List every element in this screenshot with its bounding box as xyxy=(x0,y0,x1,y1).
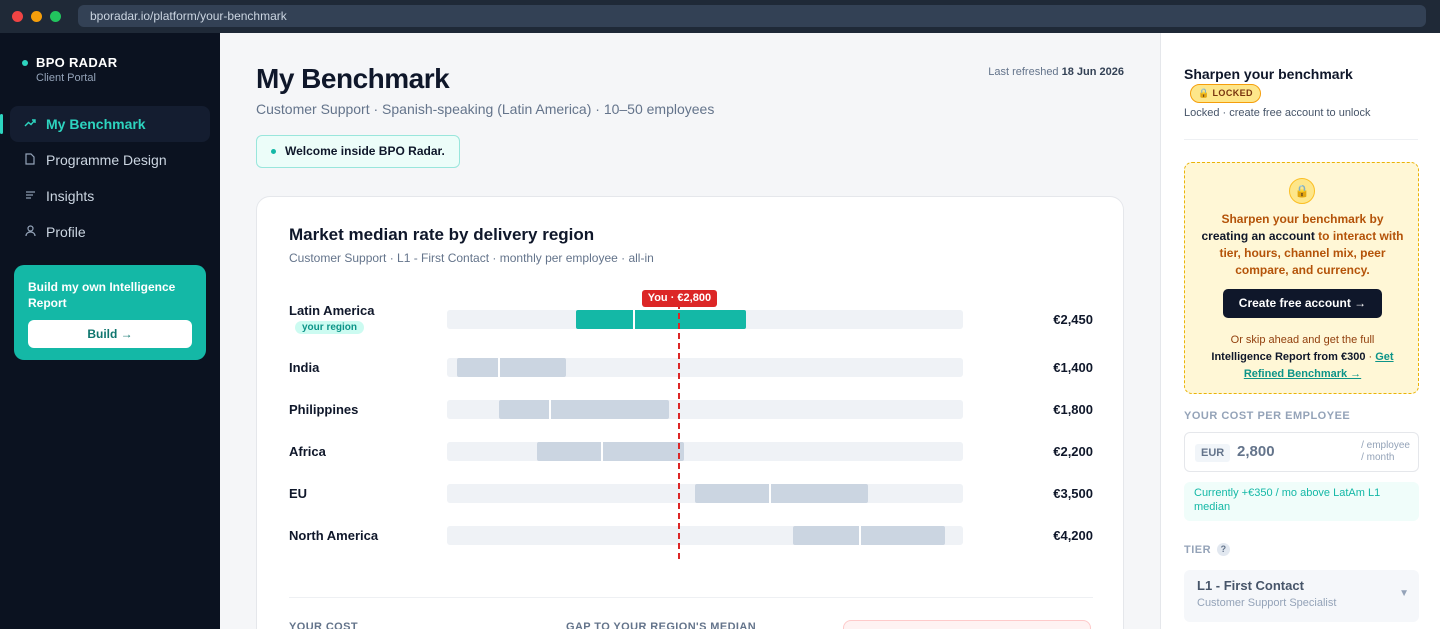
lock-icon: 🔒 xyxy=(1289,178,1315,204)
region-label: Africa xyxy=(289,444,326,459)
page-title: My Benchmark xyxy=(256,63,450,94)
tier-select[interactable]: L1 - First Contact Customer Support Spec… xyxy=(1184,570,1419,622)
cost-note: Currently +€350 / mo above LatAm L1 medi… xyxy=(1184,482,1419,521)
sidebar-item-my-benchmark[interactable]: My Benchmark xyxy=(0,106,210,142)
locked-features-card: 🔒 Sharpen your benchmark by creating an … xyxy=(1184,162,1419,394)
median-marker xyxy=(600,442,603,461)
your-cost-label: YOUR COST xyxy=(289,621,358,629)
tier-value: L1 - First Contact xyxy=(1197,578,1304,593)
lock-icon: 🔒 xyxy=(1198,88,1210,98)
median-marker xyxy=(768,484,771,503)
window-controls xyxy=(0,11,78,22)
brand-subtitle: Client Portal xyxy=(36,72,96,84)
region-label: Latin America xyxy=(289,303,375,318)
locked-badge: 🔒 LOCKED xyxy=(1190,84,1261,103)
range-bar xyxy=(537,442,685,461)
sidebar-item-label: Insights xyxy=(46,188,95,204)
sidebar: BPO RADAR Client Portal My Benchmark Pro… xyxy=(0,33,220,629)
region-label: India xyxy=(289,360,320,375)
your-cost-badge: You · €2,800 xyxy=(641,290,718,307)
user-icon xyxy=(24,224,36,240)
range-bar xyxy=(576,310,747,329)
panel-title: Sharpen your benchmark xyxy=(1184,66,1353,82)
median-value: €2,450 xyxy=(1053,312,1093,327)
skip-ahead-text: Or skip ahead and get the full Intellige… xyxy=(1211,334,1394,380)
panel-divider xyxy=(1184,139,1418,140)
median-value: €2,200 xyxy=(1053,444,1093,459)
range-track xyxy=(447,358,963,377)
locked-subtitle: Locked · create free account to unlock xyxy=(1184,107,1371,119)
welcome-banner: Welcome inside BPO Radar. xyxy=(256,135,460,168)
region-label: North America xyxy=(289,528,379,543)
refreshed-label: Last refreshed xyxy=(988,66,1059,78)
minimize-window-button[interactable] xyxy=(31,11,42,22)
refreshed-date: 18 Jun 2026 xyxy=(1061,66,1124,78)
cost-per-employee-input[interactable]: EUR 2,800 / employee / month xyxy=(1184,432,1419,472)
maximize-window-button[interactable] xyxy=(50,11,61,22)
page-subtitle: Customer Support · Spanish-speaking (Lat… xyxy=(256,101,715,117)
main-content: My Benchmark Customer Support · Spanish-… xyxy=(220,33,1160,629)
region-label: EU xyxy=(289,486,308,501)
sidebar-item-insights[interactable]: Insights xyxy=(10,178,210,214)
intelligence-report-promo: Build my own Intelligence Report Build → xyxy=(14,265,206,360)
range-track xyxy=(447,310,963,329)
cost-field-label: YOUR COST PER EMPLOYEE xyxy=(1184,410,1351,422)
trend-icon xyxy=(24,118,36,131)
promo-title: Build my own Intelligence Report xyxy=(28,280,176,310)
median-marker xyxy=(497,358,500,377)
median-value: €1,400 xyxy=(1053,360,1093,375)
tier-subtitle: Customer Support Specialist xyxy=(1197,597,1337,609)
browser-chrome: bporadar.io/platform/your-benchmark xyxy=(0,0,1440,33)
cost-unit: / employee / month xyxy=(1361,440,1410,463)
currency-chip: EUR xyxy=(1195,444,1231,462)
sidebar-nav: My Benchmark Programme Design Insights P… xyxy=(0,106,210,250)
list-icon xyxy=(24,190,36,203)
median-marker xyxy=(633,310,636,329)
sharpen-panel: Sharpen your benchmark 🔒 LOCKED Locked ·… xyxy=(1160,33,1440,629)
sidebar-item-label: Programme Design xyxy=(46,152,167,168)
sidebar-item-profile[interactable]: Profile xyxy=(10,214,210,250)
chevron-down-icon: ▼ xyxy=(1399,588,1409,599)
sidebar-item-programme-design[interactable]: Programme Design xyxy=(10,142,210,178)
close-window-button[interactable] xyxy=(12,11,23,22)
median-value: €3,500 xyxy=(1053,486,1093,501)
locked-description: Sharpen your benchmark by creating an ac… xyxy=(1201,212,1404,277)
range-bar xyxy=(694,484,868,503)
help-icon[interactable]: ? xyxy=(1217,543,1231,556)
gap-value-box xyxy=(843,620,1091,629)
range-bar xyxy=(498,400,669,419)
region-label: Philippines xyxy=(289,402,359,417)
range-track xyxy=(447,484,963,503)
range-track xyxy=(447,442,963,461)
address-bar[interactable]: bporadar.io/platform/your-benchmark xyxy=(78,5,1426,27)
tier-label: TIER? xyxy=(1184,543,1231,556)
card-divider xyxy=(289,597,1093,598)
brand-dot-icon xyxy=(22,60,28,66)
range-bar xyxy=(457,358,566,377)
gap-label: GAP TO YOUR REGION'S MEDIAN xyxy=(566,621,757,629)
benchmark-card: Market median rate by delivery region Cu… xyxy=(256,196,1124,629)
your-cost-line xyxy=(678,303,681,559)
last-refreshed: Last refreshed 18 Jun 2026 xyxy=(988,66,1124,78)
range-track xyxy=(447,400,963,419)
your-region-tag: your region xyxy=(295,321,365,334)
median-value: €4,200 xyxy=(1053,528,1093,543)
create-account-button[interactable]: Create free account → xyxy=(1223,289,1382,318)
region-rate-chart: Latin America your region €2,450 India €1,40… xyxy=(257,197,1125,629)
median-marker xyxy=(549,400,552,419)
sidebar-item-label: My Benchmark xyxy=(46,116,146,132)
document-icon xyxy=(24,152,36,168)
brand-name: BPO RADAR xyxy=(36,55,118,70)
range-track xyxy=(447,526,963,545)
sidebar-item-label: Profile xyxy=(46,224,86,240)
median-value: €1,800 xyxy=(1053,402,1093,417)
cost-value: 2,800 xyxy=(1237,443,1275,460)
build-button[interactable]: Build → xyxy=(28,320,192,348)
median-marker xyxy=(858,526,861,545)
range-bar xyxy=(792,526,945,545)
